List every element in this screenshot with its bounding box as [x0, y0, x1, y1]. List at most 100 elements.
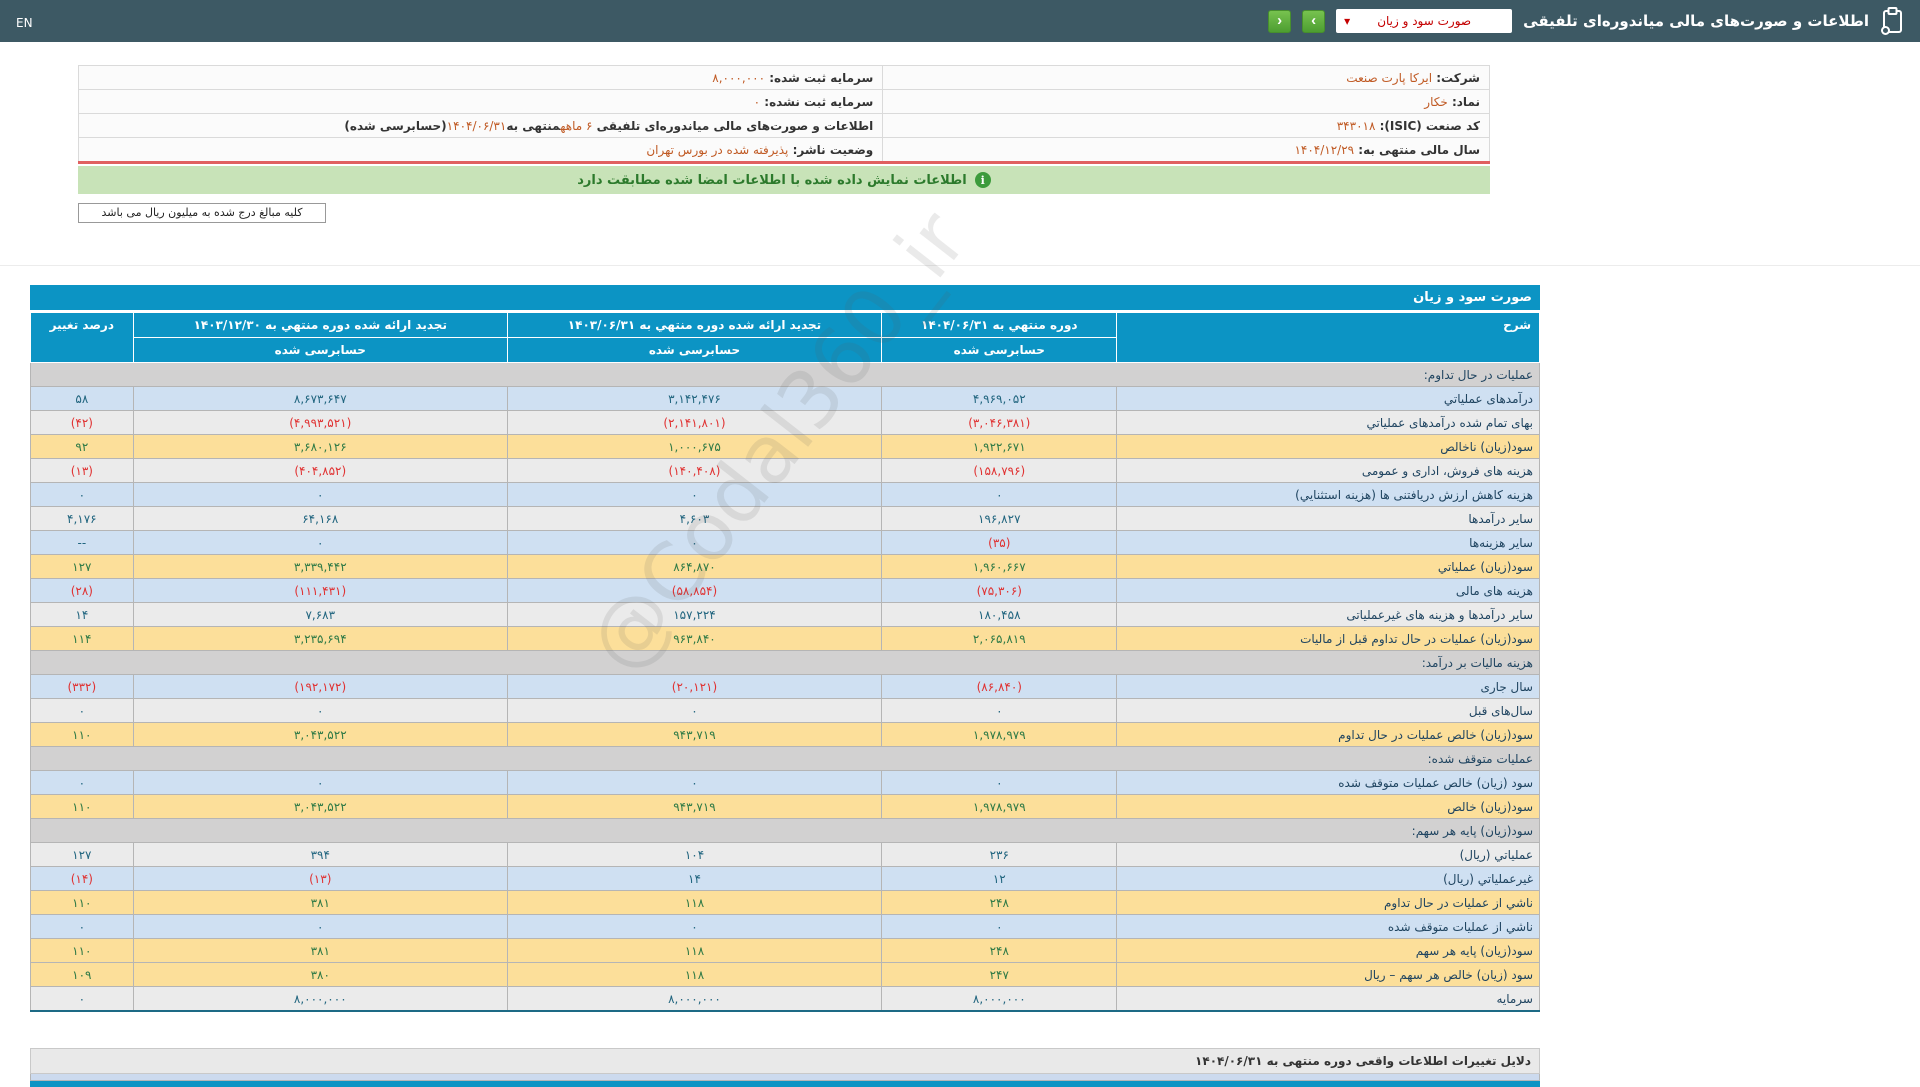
- cell-value: ۱,۹۲۲,۶۷۱: [882, 435, 1117, 459]
- cell-value: ۱۴: [507, 867, 881, 891]
- cell-value: ۱۸۰,۴۵۸: [882, 603, 1117, 627]
- row-label: سود(زیان) خالص: [1117, 795, 1540, 819]
- info-label: سال مالی منتهی به:: [1354, 143, 1480, 157]
- row-label: سود(زیان) عملیات در حال تداوم قبل از مال…: [1117, 627, 1540, 651]
- company-info-cell-left: وضعیت ناشر: پذیرفته شده در بورس تهران: [79, 138, 883, 163]
- topbar-left-group: EN: [16, 12, 33, 31]
- row-label: سایر درآمدها و هزینه های غیرعملیاتی: [1117, 603, 1540, 627]
- row-label: سود (زیان) خالص عملیات متوقف شده: [1117, 771, 1540, 795]
- info-value: خکار: [1424, 95, 1448, 109]
- cell-value: ۱,۹۷۸,۹۷۹: [882, 723, 1117, 747]
- row-label: سرمایه: [1117, 987, 1540, 1012]
- cell-value: ۰: [507, 771, 881, 795]
- cell-value: (۱۱۱,۴۳۱): [133, 579, 507, 603]
- data-row: هزینه کاهش ارزش دریافتنی ها (هزینه استثن…: [31, 483, 1540, 507]
- cell-value: ۱۰۹: [31, 963, 134, 987]
- page-divider: [0, 265, 1920, 266]
- row-label: سال‌های قبل: [1117, 699, 1540, 723]
- cell-value: ۴,۹۶۹,۰۵۲: [882, 387, 1117, 411]
- company-info-cell-right: شرکت: ایرکا پارت صنعت: [883, 66, 1490, 90]
- company-info-cell-left: اطلاعات و صورت‌های مالی میاندوره‌ای تلفی…: [79, 114, 883, 138]
- topbar-right-group: اطلاعات و صورت‌های مالی میاندوره‌ای تلفی…: [1268, 7, 1904, 35]
- company-info-row: کد صنعت (ISIC): ۳۴۳۰۱۸اطلاعات و صورت‌های…: [79, 114, 1490, 138]
- company-info-cell-left: سرمایه ثبت نشده: ۰: [79, 90, 883, 114]
- cell-value: ۱۱۰: [31, 891, 134, 915]
- language-toggle-en[interactable]: EN: [16, 16, 33, 30]
- data-row: ناشي از عملیات در حال تداوم۲۴۸۱۱۸۳۸۱۱۱۰: [31, 891, 1540, 915]
- cell-value: ۳,۶۸۰,۱۲۶: [133, 435, 507, 459]
- info-label: نماد:: [1448, 95, 1480, 109]
- section-label: سود(زیان) پایه هر سهم:: [31, 819, 1540, 843]
- cell-value: (۳۳۲): [31, 675, 134, 699]
- cell-value: (۷۵,۳۰۶): [882, 579, 1117, 603]
- cell-value: ۹۴۳,۷۱۹: [507, 723, 881, 747]
- company-info-body: شرکت: ایرکا پارت صنعتسرمایه ثبت شده: ۸,۰…: [79, 66, 1490, 163]
- changes-reason-section: دلایل تغییرات اطلاعات واقعی دوره منتهی ب…: [30, 1048, 1540, 1087]
- cell-value: (۱۴): [31, 867, 134, 891]
- cell-value: ۰: [882, 771, 1117, 795]
- company-info-row: شرکت: ایرکا پارت صنعتسرمایه ثبت شده: ۸,۰…: [79, 66, 1490, 90]
- income-statement-table: شرح دوره منتهي به ۱۴۰۴/۰۶/۳۱ تجدید ارائه…: [30, 312, 1540, 1012]
- info-label: سرمایه ثبت نشده:: [760, 95, 873, 109]
- cell-value: ۰: [31, 771, 134, 795]
- cell-value: ۱۱۸: [507, 963, 881, 987]
- data-row: بهای تمام شده درآمدهای عملیاتي(۳,۰۴۶,۳۸۱…: [31, 411, 1540, 435]
- cell-value: ۴,۱۷۶: [31, 507, 134, 531]
- data-row: سایر درآمدها۱۹۶,۸۲۷۴,۶۰۳۶۴,۱۶۸۴,۱۷۶: [31, 507, 1540, 531]
- info-label: منتهی به: [506, 119, 560, 133]
- info-label: (حسابرسی شده): [344, 119, 446, 133]
- data-row: سایر هزینه‌ها(۳۵)۰۰--: [31, 531, 1540, 555]
- company-info-cell-right: نماد: خکار: [883, 90, 1490, 114]
- column-header-current-period: دوره منتهي به ۱۴۰۴/۰۶/۳۱: [882, 313, 1117, 338]
- section-row: هزینه مالیات بر درآمد:: [31, 651, 1540, 675]
- info-label: کد صنعت (ISIC):: [1375, 119, 1480, 133]
- clipboard-icon: [1880, 7, 1904, 35]
- cell-value: (۴۲): [31, 411, 134, 435]
- signature-match-notice: i اطلاعات نمایش داده شده با اطلاعات امضا…: [78, 166, 1490, 194]
- cell-value: ۷,۶۸۳: [133, 603, 507, 627]
- data-row: سود(زیان) خالص عملیات در حال تداوم۱,۹۷۸,…: [31, 723, 1540, 747]
- section-label: عملیات متوقف شده:: [31, 747, 1540, 771]
- cell-value: (۴,۹۹۳,۵۲۱): [133, 411, 507, 435]
- cell-value: ۴,۶۰۳: [507, 507, 881, 531]
- cell-value: (۲۸): [31, 579, 134, 603]
- data-row: سایر درآمدها و هزینه های غیرعملیاتی۱۸۰,۴…: [31, 603, 1540, 627]
- cell-value: ۱,۹۷۸,۹۷۹: [882, 795, 1117, 819]
- statement-title-bar: صورت سود و زیان: [30, 285, 1540, 310]
- audited-label: حسابرسی شده: [133, 338, 507, 363]
- row-label: ناشي از عملیات متوقف شده: [1117, 915, 1540, 939]
- cell-value: ۱,۹۶۰,۶۶۷: [882, 555, 1117, 579]
- cell-value: (۲۰,۱۲۱): [507, 675, 881, 699]
- cell-value: ۵۸: [31, 387, 134, 411]
- audited-label: حسابرسی شده: [882, 338, 1117, 363]
- cell-value: (۵۸,۸۵۴): [507, 579, 881, 603]
- nav-forward-button[interactable]: ›: [1302, 10, 1325, 33]
- cell-value: ۸۶۴,۸۷۰: [507, 555, 881, 579]
- cell-value: (۱۹۲,۱۷۲): [133, 675, 507, 699]
- info-value: ۶ ماهه: [560, 119, 592, 133]
- cell-value: ۲,۰۶۵,۸۱۹: [882, 627, 1117, 651]
- amounts-unit-note: کلیه مبالغ درج شده به میلیون ریال می باش…: [78, 203, 326, 223]
- cell-value: (۴۰۴,۸۵۲): [133, 459, 507, 483]
- statement-select-value: صورت سود و زیان: [1377, 14, 1471, 28]
- nav-back-button[interactable]: ‹: [1268, 10, 1291, 33]
- cell-value: (۸۶,۸۴۰): [882, 675, 1117, 699]
- statement-select[interactable]: ▾ صورت سود و زیان: [1336, 9, 1512, 33]
- cell-value: ۳۸۰: [133, 963, 507, 987]
- row-label: سود(زیان) پایه هر سهم: [1117, 939, 1540, 963]
- cell-value: (۱۵۸,۷۹۶): [882, 459, 1117, 483]
- cell-value: ۳,۲۳۵,۶۹۴: [133, 627, 507, 651]
- info-label: اطلاعات و صورت‌های مالی میاندوره‌ای تلفی…: [592, 119, 873, 133]
- data-row: سود(زیان) عملیاتي۱,۹۶۰,۶۶۷۸۶۴,۸۷۰۳,۳۳۹,۴…: [31, 555, 1540, 579]
- data-row: سود(زیان) خالص۱,۹۷۸,۹۷۹۹۴۳,۷۱۹۳,۰۴۳,۵۲۲۱…: [31, 795, 1540, 819]
- cell-value: ۸,۰۰۰,۰۰۰: [882, 987, 1117, 1012]
- next-table-header-strip: [30, 1081, 1540, 1087]
- cell-value: ۰: [133, 699, 507, 723]
- data-row: سال‌های قبل۰۰۰۰: [31, 699, 1540, 723]
- row-label: درآمدهای عملیاتي: [1117, 387, 1540, 411]
- data-row: سال جاری(۸۶,۸۴۰)(۲۰,۱۲۱)(۱۹۲,۱۷۲)(۳۳۲): [31, 675, 1540, 699]
- cell-value: ۱۹۶,۸۲۷: [882, 507, 1117, 531]
- row-label: غیرعملیاتي (ریال): [1117, 867, 1540, 891]
- chevron-down-icon: ▾: [1344, 12, 1350, 30]
- data-row: عملیاتي (ریال)۲۳۶۱۰۴۳۹۴۱۲۷: [31, 843, 1540, 867]
